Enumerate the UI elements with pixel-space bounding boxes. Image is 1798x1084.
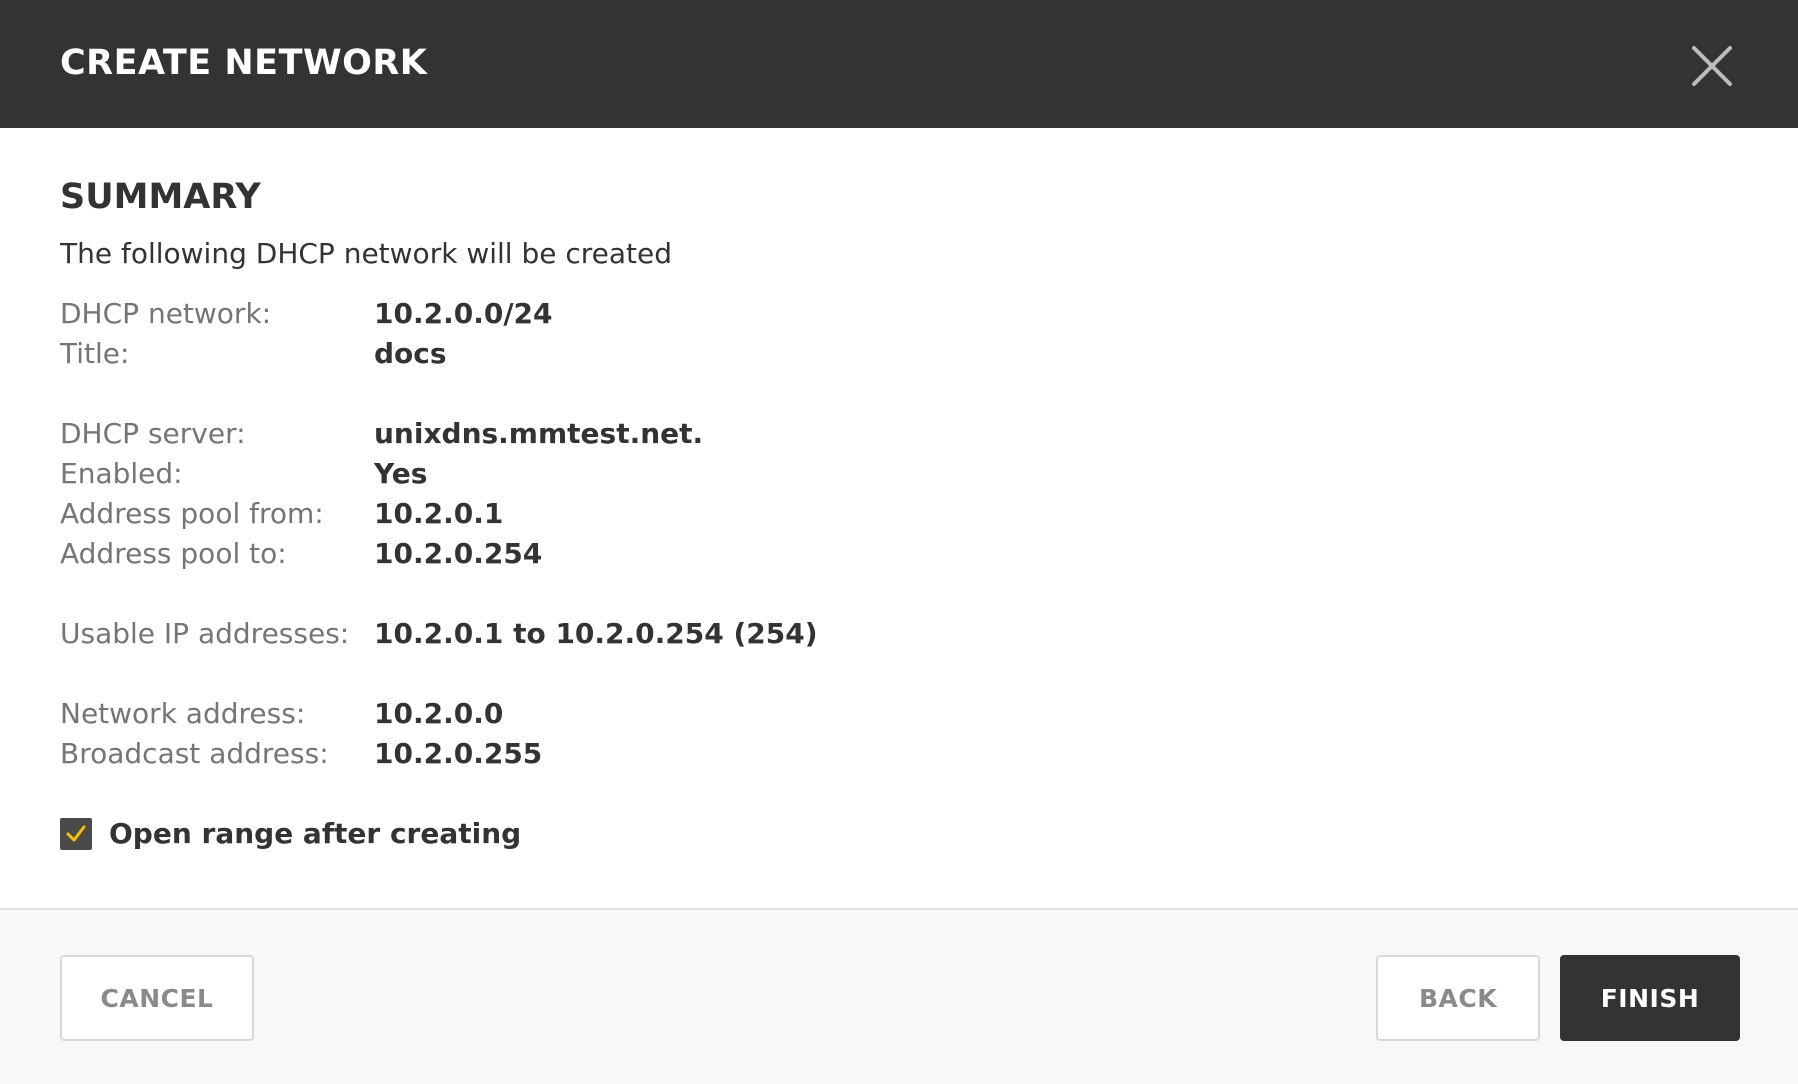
dhcp-server-value: unixdns.mmtest.net. — [374, 417, 704, 450]
title-label: Title: — [60, 337, 130, 370]
dhcp-network-label: DHCP network: — [60, 297, 272, 330]
network-address-label: Network address: — [60, 697, 306, 730]
title-value: docs — [374, 337, 447, 370]
dialog-header: CREATE NETWORK — [0, 0, 1798, 128]
dialog-footer: CANCEL BACK FINISH — [0, 908, 1798, 1084]
broadcast-address-value: 10.2.0.255 — [374, 737, 543, 770]
address-pool-to-label: Address pool to: — [60, 537, 287, 570]
enabled-label: Enabled: — [60, 457, 183, 490]
dialog-title: CREATE NETWORK — [60, 43, 428, 83]
usable-ip-value: 10.2.0.1 to 10.2.0.254 (254) — [374, 617, 818, 650]
cancel-button[interactable]: CANCEL — [60, 955, 254, 1041]
address-pool-from-label: Address pool from: — [60, 497, 324, 530]
broadcast-address-label: Broadcast address: — [60, 737, 329, 770]
open-range-checkbox[interactable] — [60, 818, 92, 850]
summary-heading: SUMMARY — [60, 177, 261, 217]
create-network-dialog: CREATE NETWORK SUMMARY The following DHC… — [0, 0, 1798, 1084]
network-address-value: 10.2.0.0 — [374, 697, 504, 730]
open-range-option[interactable]: Open range after creating — [60, 816, 521, 852]
finish-button[interactable]: FINISH — [1560, 955, 1740, 1041]
open-range-label: Open range after creating — [109, 817, 522, 850]
close-icon — [1692, 46, 1732, 86]
dhcp-network-value: 10.2.0.0/24 — [374, 297, 553, 330]
checkmark-icon — [66, 825, 86, 842]
enabled-value: Yes — [374, 457, 428, 490]
back-button[interactable]: BACK — [1376, 955, 1540, 1041]
summary-intro: The following DHCP network will be creat… — [60, 237, 673, 270]
close-button[interactable] — [1686, 40, 1738, 92]
address-pool-from-value: 10.2.0.1 — [374, 497, 504, 530]
dhcp-server-label: DHCP server: — [60, 417, 246, 450]
usable-ip-label: Usable IP addresses: — [60, 617, 350, 650]
address-pool-to-value: 10.2.0.254 — [374, 537, 543, 570]
